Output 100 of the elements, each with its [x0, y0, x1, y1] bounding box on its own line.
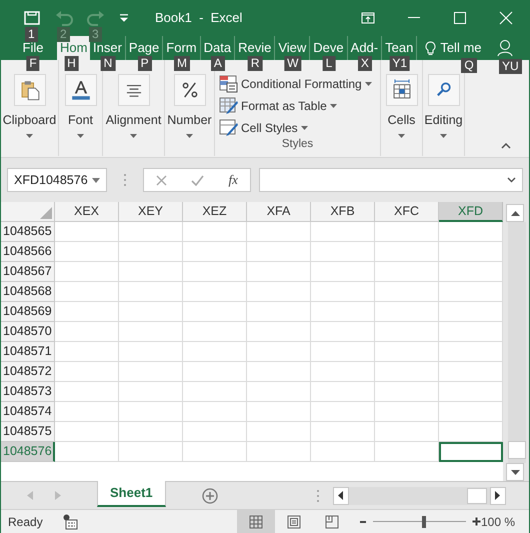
styles-menu-button[interactable]: Cell Styles: [219, 118, 308, 138]
cancel-button[interactable]: [156, 174, 168, 186]
row-header[interactable]: 1048571: [1, 342, 55, 362]
number-group-button[interactable]: Number: [165, 74, 214, 140]
table-cell[interactable]: [55, 442, 119, 462]
horizontal-scrollbar[interactable]: [332, 486, 506, 504]
row-header[interactable]: 1048576: [1, 442, 55, 462]
column-header[interactable]: XFB: [311, 202, 375, 222]
table-cell[interactable]: [183, 402, 247, 422]
scroll-right-button[interactable]: [490, 486, 506, 504]
table-cell[interactable]: [183, 222, 247, 242]
enter-button[interactable]: [191, 174, 204, 186]
table-cell[interactable]: [119, 382, 183, 402]
table-cell[interactable]: [183, 322, 247, 342]
scroll-left-button[interactable]: [332, 486, 349, 504]
table-cell[interactable]: [247, 262, 311, 282]
table-cell[interactable]: [247, 382, 311, 402]
table-cell[interactable]: [55, 242, 119, 262]
cells-group-button[interactable]: Cells: [381, 74, 422, 140]
table-cell[interactable]: [311, 282, 375, 302]
table-cell[interactable]: [247, 222, 311, 242]
active-cell[interactable]: [439, 442, 503, 462]
table-cell[interactable]: [119, 402, 183, 422]
column-header[interactable]: XEY: [119, 202, 183, 222]
table-cell[interactable]: [439, 262, 503, 282]
vertical-scrollbar[interactable]: [506, 202, 528, 481]
scroll-up-button[interactable]: [506, 204, 524, 222]
table-cell[interactable]: [439, 402, 503, 422]
table-cell[interactable]: [311, 242, 375, 262]
table-cell[interactable]: [183, 302, 247, 322]
scroll-down-button[interactable]: [506, 463, 524, 481]
row-header[interactable]: 1048570: [1, 322, 55, 342]
table-cell[interactable]: [439, 222, 503, 242]
table-cell[interactable]: [439, 382, 503, 402]
column-header[interactable]: XFC: [375, 202, 439, 222]
table-cell[interactable]: [183, 262, 247, 282]
table-cell[interactable]: [311, 422, 375, 442]
table-cell[interactable]: [55, 382, 119, 402]
insert-function-button[interactable]: fx: [228, 170, 238, 190]
select-all-button[interactable]: [1, 202, 55, 222]
table-cell[interactable]: [247, 282, 311, 302]
table-cell[interactable]: [375, 262, 439, 282]
table-cell[interactable]: [439, 342, 503, 362]
table-cell[interactable]: [247, 302, 311, 322]
table-cell[interactable]: [183, 442, 247, 462]
table-cell[interactable]: [311, 222, 375, 242]
zoom-slider[interactable]: [372, 516, 466, 528]
table-cell[interactable]: [375, 402, 439, 422]
row-header[interactable]: 1048573: [1, 382, 55, 402]
row-header[interactable]: 1048572: [1, 362, 55, 382]
table-cell[interactable]: [55, 422, 119, 442]
table-cell[interactable]: [311, 402, 375, 422]
table-cell[interactable]: [375, 362, 439, 382]
column-header[interactable]: XEZ: [183, 202, 247, 222]
table-cell[interactable]: [119, 282, 183, 302]
styles-menu-button[interactable]: Conditional Formatting: [219, 74, 372, 94]
table-cell[interactable]: [119, 322, 183, 342]
table-cell[interactable]: [247, 342, 311, 362]
clipboard-group-button[interactable]: Clipboard: [1, 74, 58, 140]
row-header[interactable]: 1048575: [1, 422, 55, 442]
table-cell[interactable]: [183, 382, 247, 402]
tell-me-button[interactable]: Tell me: [425, 36, 482, 60]
table-cell[interactable]: [311, 382, 375, 402]
table-cell[interactable]: [183, 242, 247, 262]
column-header[interactable]: XEX: [55, 202, 119, 222]
table-cell[interactable]: [119, 302, 183, 322]
row-header[interactable]: 1048566: [1, 242, 55, 262]
formula-input[interactable]: [259, 168, 523, 192]
row-header[interactable]: 1048569: [1, 302, 55, 322]
table-cell[interactable]: [375, 342, 439, 362]
scroll-thumb[interactable]: [508, 441, 526, 459]
table-cell[interactable]: [119, 422, 183, 442]
table-cell[interactable]: [183, 342, 247, 362]
font-group-button[interactable]: Font: [59, 74, 102, 140]
table-cell[interactable]: [311, 322, 375, 342]
table-cell[interactable]: [439, 242, 503, 262]
table-cell[interactable]: [311, 342, 375, 362]
table-cell[interactable]: [55, 222, 119, 242]
table-cell[interactable]: [183, 282, 247, 302]
row-header[interactable]: 1048574: [1, 402, 55, 422]
normal-view-button[interactable]: [236, 510, 275, 533]
scroll-thumb[interactable]: [466, 488, 487, 504]
table-cell[interactable]: [439, 362, 503, 382]
sheet-tab[interactable]: Sheet1: [97, 481, 166, 507]
table-cell[interactable]: [247, 242, 311, 262]
editing-group-button[interactable]: Editing: [423, 74, 464, 140]
next-sheet-button[interactable]: [55, 491, 61, 500]
add-sheet-button[interactable]: [202, 488, 218, 504]
table-cell[interactable]: [55, 342, 119, 362]
table-cell[interactable]: [247, 422, 311, 442]
row-header[interactable]: 1048565: [1, 222, 55, 242]
alignment-group-button[interactable]: Alignment: [103, 74, 164, 140]
table-cell[interactable]: [375, 282, 439, 302]
row-header[interactable]: 1048567: [1, 262, 55, 282]
styles-menu-button[interactable]: Format as Table: [219, 96, 337, 116]
table-cell[interactable]: [439, 282, 503, 302]
table-cell[interactable]: [439, 322, 503, 342]
table-cell[interactable]: [55, 262, 119, 282]
table-cell[interactable]: [247, 322, 311, 342]
table-cell[interactable]: [311, 442, 375, 462]
